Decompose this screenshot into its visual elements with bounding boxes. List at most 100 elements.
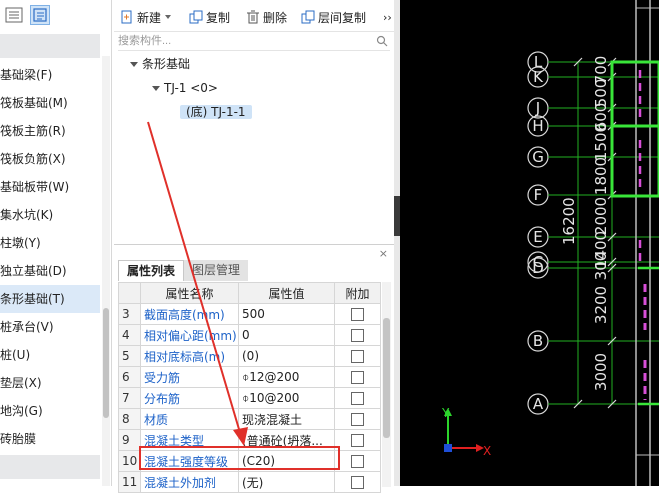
segment-dimension-text: 2000 (592, 197, 610, 235)
segment-dimension-text: 1500 (592, 123, 610, 161)
extra-checkbox[interactable] (351, 329, 364, 342)
axis-label: J (535, 99, 540, 117)
copy-button[interactable]: 复制 (189, 7, 230, 27)
extra-checkbox[interactable] (351, 308, 364, 321)
extra-checkbox[interactable] (351, 434, 364, 447)
tree-view-icon-button[interactable] (30, 5, 50, 25)
delete-button-label: 删除 (263, 10, 288, 25)
property-name: 截面高度(mm) (140, 303, 239, 325)
nav-item[interactable]: 砖胎膜 (0, 425, 100, 453)
expand-caret-icon[interactable] (130, 62, 138, 67)
property-row-index: 8 (118, 408, 141, 430)
property-row[interactable]: 4 相对偏心距(mm) 0 (118, 324, 381, 346)
extra-checkbox[interactable] (351, 413, 364, 426)
tree-node-label: 条形基础 (142, 57, 191, 71)
properties-scrollbar[interactable] (382, 282, 391, 487)
extra-checkbox[interactable] (351, 476, 364, 489)
floor-copy-button-label: 层间复制 (318, 10, 367, 25)
extra-checkbox[interactable] (351, 350, 364, 363)
tab-layer-management[interactable]: 图层管理 (184, 260, 249, 281)
property-row-index: 7 (118, 387, 141, 409)
floor-copy-button[interactable]: 层间复制 (301, 7, 366, 27)
properties-scrollbar-thumb[interactable] (383, 318, 390, 438)
tab-property-list[interactable]: 属性列表 (118, 260, 185, 281)
nav-item[interactable]: 独立基础(D) (0, 257, 100, 285)
copy-icon (189, 10, 203, 24)
ucs-icon: Y X (441, 406, 491, 458)
cad-drawing: 16200 7005006001500180020001400300320030… (441, 0, 659, 486)
axis-label: G (532, 148, 544, 166)
nav-item[interactable]: 筏板负筋(X) (0, 145, 100, 173)
tree-view-icon (33, 8, 47, 22)
extra-checkbox[interactable] (351, 455, 364, 468)
tree-node-label-selected: (底) TJ-1-1 (180, 105, 252, 119)
expand-caret-icon[interactable] (152, 86, 160, 91)
nav-item[interactable]: 条形基础(T) (0, 285, 100, 313)
property-row[interactable]: 3 截面高度(mm) 500 (118, 303, 381, 325)
property-value[interactable]: (0) (238, 345, 335, 367)
property-row[interactable]: 5 相对底标高(m) (0) (118, 345, 381, 367)
property-name: 相对底标高(m) (140, 345, 239, 367)
nav-group-header[interactable] (0, 455, 100, 479)
property-value[interactable]: 现浇混凝土 (238, 408, 335, 430)
property-row[interactable]: 8 材质 现浇混凝土 (118, 408, 381, 430)
nav-item[interactable]: 集水坑(K) (0, 201, 100, 229)
header-property-value: 属性值 (238, 282, 335, 304)
segment-dimension-text: 1800 (592, 157, 610, 195)
nav-item[interactable]: 筏板基础(M) (0, 89, 100, 117)
list-icon-button[interactable] (4, 5, 24, 25)
property-grid-header: 属性名称 属性值 附加 (118, 282, 381, 304)
component-toolbar: 新建 复制 删除 层间复制 ›› (114, 0, 394, 32)
tree-node-label: TJ-1 <0> (164, 81, 218, 95)
property-extra-cell (334, 303, 381, 325)
nav-item[interactable]: 基础板带(W) (0, 173, 100, 201)
extra-checkbox[interactable] (351, 371, 364, 384)
nav-item[interactable]: 桩承台(V) (0, 313, 100, 341)
search-input[interactable] (118, 33, 368, 49)
property-name: 受力筋 (140, 366, 239, 388)
property-name: 混凝土外加剂 (140, 471, 239, 493)
segment-dimension-text: 300 (592, 252, 610, 281)
header-extra: 附加 (334, 282, 381, 304)
property-row[interactable]: 11 混凝土外加剂 (无) (118, 471, 381, 493)
left-scrollbar-thumb[interactable] (103, 308, 109, 418)
axis-label: K (533, 68, 544, 86)
left-scrollbar[interactable] (102, 56, 110, 486)
nav-item[interactable]: 柱墩(Y) (0, 229, 100, 257)
delete-button[interactable]: 删除 (246, 7, 287, 27)
toolbar-overflow-button[interactable]: ›› (383, 7, 392, 27)
properties-tabs: 属性列表 图层管理 (118, 260, 249, 281)
nav-group-header[interactable] (0, 34, 100, 58)
new-button[interactable]: 新建 (120, 7, 172, 27)
left-panel-toolbar (0, 0, 111, 30)
property-value[interactable]: 500 (238, 303, 335, 325)
nav-item[interactable]: 地沟(G) (0, 397, 100, 425)
cad-drawing-canvas[interactable]: 16200 700 500 600 1500 1800 2000 1400 300 3200 30… (400, 0, 659, 486)
property-extra-cell (334, 450, 381, 472)
list-icon (5, 7, 23, 23)
property-row[interactable]: 6 受力筋 ⌽12@200 (118, 366, 381, 388)
axis-label: H (532, 117, 543, 135)
nav-item[interactable]: 垫层(X) (0, 369, 100, 397)
tree-node-root[interactable]: 条形基础 (130, 54, 190, 74)
property-row[interactable]: 7 分布筋 ⌽10@200 (118, 387, 381, 409)
property-value[interactable]: ⌽10@200 (238, 387, 335, 409)
property-extra-cell (334, 429, 381, 451)
property-value[interactable]: ⌽12@200 (238, 366, 335, 388)
property-value[interactable]: (无) (238, 471, 335, 493)
nav-item[interactable]: 筏板主筋(R) (0, 117, 100, 145)
component-list-panel: 新建 复制 删除 层间复制 ›› 条形基础 TJ-1 <0> (底) TJ- (114, 0, 394, 240)
property-row-index: 6 (118, 366, 141, 388)
property-name: 相对偏心距(mm) (140, 324, 239, 346)
nav-item[interactable]: 基础梁(F) (0, 61, 100, 89)
property-extra-cell (334, 324, 381, 346)
extra-checkbox[interactable] (351, 392, 364, 405)
tree-node-leaf[interactable]: (底) TJ-1-1 (180, 102, 252, 122)
property-row-index: 5 (118, 345, 141, 367)
close-icon[interactable]: × (379, 247, 388, 260)
nav-item[interactable]: 桩(U) (0, 341, 100, 369)
tree-node-child[interactable]: TJ-1 <0> (152, 78, 218, 98)
chevron-down-icon (165, 15, 172, 19)
property-value[interactable]: 0 (238, 324, 335, 346)
property-row-index: 10 (118, 450, 141, 472)
